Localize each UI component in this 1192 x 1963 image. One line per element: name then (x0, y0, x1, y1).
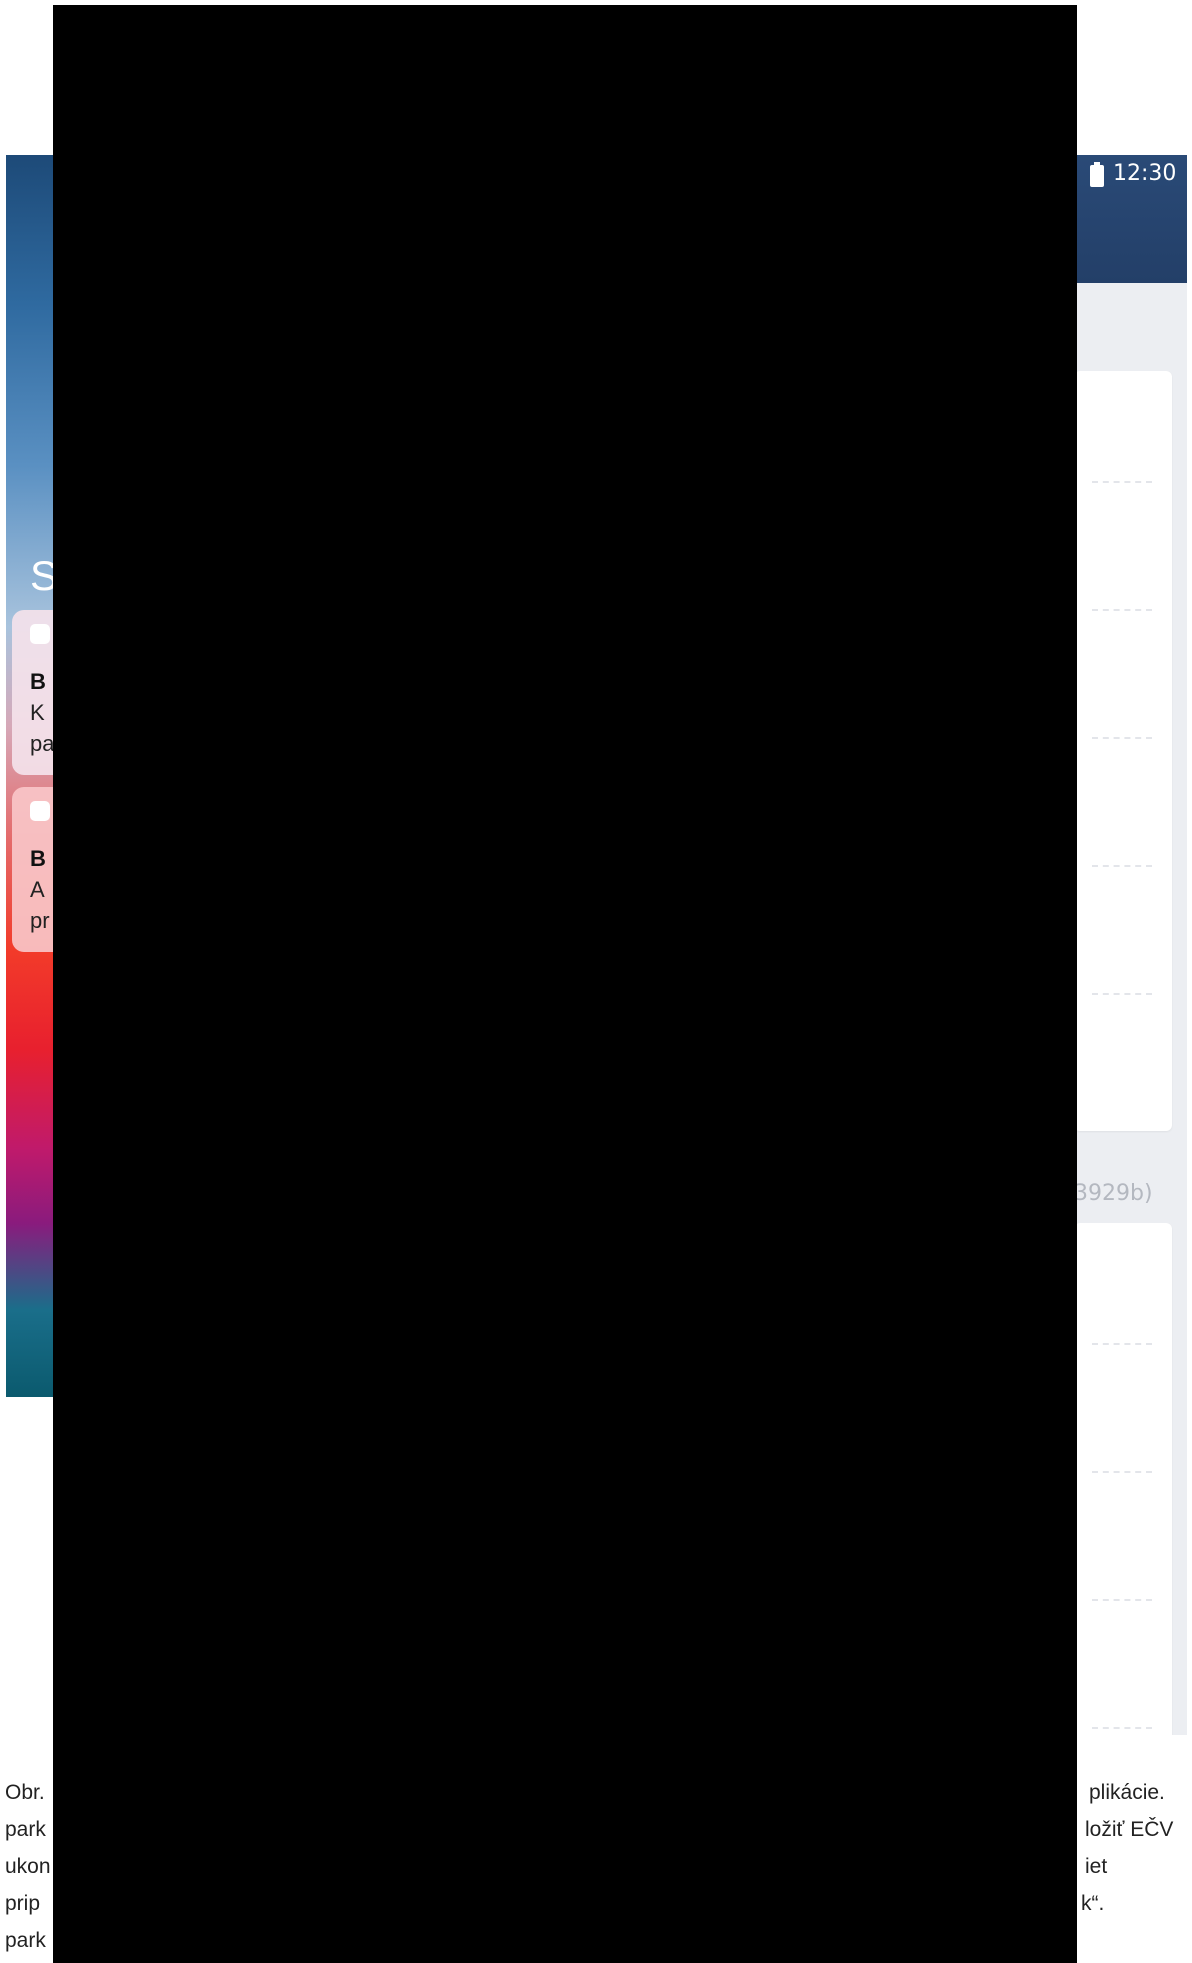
caption-fragment: ukon (5, 1855, 51, 1878)
status-time: 12:30 (1113, 161, 1177, 186)
lock-screen-screenshot (6, 155, 59, 1397)
caption-fragment: park (5, 1929, 46, 1952)
caption-fragment: park (5, 1818, 46, 1841)
divider (1092, 1343, 1152, 1345)
app-screenshot: 12:30 3929b) (1060, 155, 1187, 1735)
app-icon (30, 624, 50, 644)
app-icon (30, 801, 50, 821)
caption-fragment: iet (1085, 1855, 1108, 1878)
caption-fragment: plikácie. (1089, 1781, 1165, 1804)
divider (1092, 1727, 1152, 1729)
divider (1092, 1599, 1152, 1601)
caption-fragment: Obr. (5, 1781, 45, 1804)
content-card (1074, 371, 1172, 1131)
divider (1092, 609, 1152, 611)
content-card (1074, 1223, 1172, 1735)
caption-fragment: prip (5, 1892, 41, 1915)
battery-icon (1090, 162, 1104, 187)
section-caption: 3929b) (1074, 1181, 1153, 1206)
divider (1092, 993, 1152, 995)
divider (1092, 865, 1152, 867)
divider (1092, 1471, 1152, 1473)
app-header: 12:30 (1060, 155, 1187, 283)
divider (1092, 481, 1152, 483)
divider (1092, 737, 1152, 739)
caption-fragment: ložiť EČV (1085, 1818, 1174, 1841)
caption-fragment: k“. (1081, 1892, 1105, 1915)
redaction-block (53, 5, 1077, 1963)
